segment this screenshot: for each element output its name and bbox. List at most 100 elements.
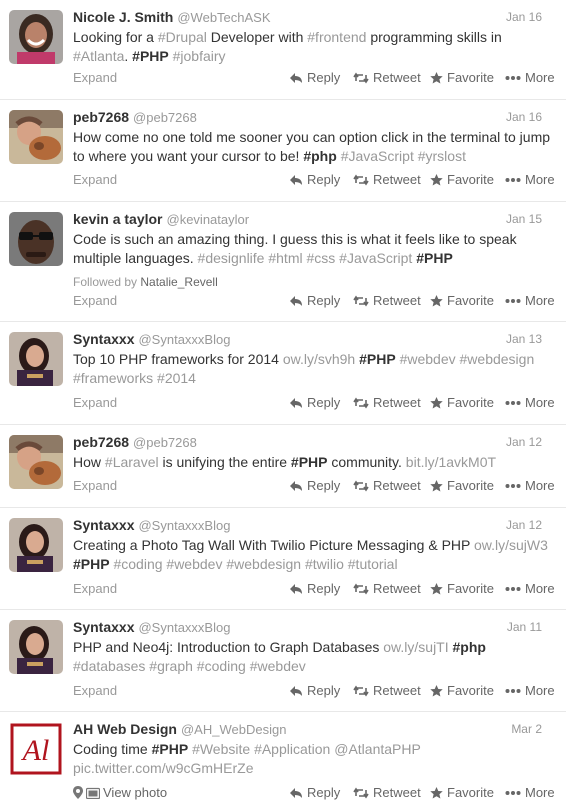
tweet-link[interactable]: #webdesign (226, 556, 301, 572)
tweet-link[interactable]: #tutorial (348, 556, 398, 572)
avatar[interactable] (9, 620, 63, 674)
tweet[interactable]: Syntaxxx @SyntaxxxBlog Jan 13 Top 10 PHP … (0, 322, 566, 425)
favorite-button[interactable]: Favorite (430, 70, 494, 85)
tweet-link[interactable]: #yrslost (418, 148, 466, 164)
tweet-link[interactable]: #PHP (152, 741, 189, 757)
author-name[interactable]: AH Web Design (73, 721, 177, 737)
tweet-link[interactable]: ow.ly/sujTI (383, 639, 448, 655)
tweet-link[interactable]: #JavaScript (341, 148, 414, 164)
tweet-link[interactable]: #PHP (73, 556, 110, 572)
tweet-link[interactable]: pic.twitter.com/w9cGmHErZe (73, 760, 253, 776)
reply-button[interactable]: Reply (289, 581, 340, 596)
expand-link[interactable]: Expand (73, 293, 117, 308)
tweet-link[interactable]: #coding (113, 556, 162, 572)
author-handle[interactable]: @peb7268 (133, 110, 197, 125)
author-handle[interactable]: @WebTechASK (177, 10, 270, 25)
tweet-link[interactable]: #css (306, 250, 335, 266)
tweet-link[interactable]: #webdesign (460, 351, 535, 367)
tweet-date[interactable]: Jan 13 (506, 332, 542, 346)
favorite-button[interactable]: Favorite (430, 395, 494, 410)
author-handle[interactable]: @SyntaxxxBlog (138, 518, 230, 533)
retweet-button[interactable]: Retweet (353, 478, 421, 493)
tweet-link[interactable]: #Website (192, 741, 250, 757)
author-handle[interactable]: @SyntaxxxBlog (138, 620, 230, 635)
more-button[interactable]: More (505, 293, 555, 308)
tweet-link[interactable]: bit.ly/1avkM0T (406, 454, 496, 470)
expand-link[interactable]: Expand (73, 395, 117, 410)
reply-button[interactable]: Reply (289, 172, 340, 187)
more-button[interactable]: More (505, 172, 555, 187)
more-button[interactable]: More (505, 478, 555, 493)
favorite-button[interactable]: Favorite (430, 293, 494, 308)
author-name[interactable]: Nicole J. Smith (73, 9, 173, 25)
retweet-button[interactable]: Retweet (353, 293, 421, 308)
retweet-button[interactable]: Retweet (353, 683, 421, 698)
tweet-link[interactable]: #JavaScript (339, 250, 412, 266)
tweet-link[interactable]: #PHP (359, 351, 396, 367)
tweet-date[interactable]: Mar 2 (511, 722, 542, 736)
author-name[interactable]: Syntaxxx (73, 619, 134, 635)
author-name[interactable]: Syntaxxx (73, 517, 134, 533)
favorite-button[interactable]: Favorite (430, 683, 494, 698)
tweet-date[interactable]: Jan 11 (507, 620, 542, 634)
reply-button[interactable]: Reply (289, 785, 340, 800)
expand-link[interactable]: Expand (73, 70, 117, 85)
tweet-link[interactable]: #Application (254, 741, 330, 757)
expand-link[interactable]: Expand (73, 683, 117, 698)
tweet-link[interactable]: #2014 (157, 370, 196, 386)
more-button[interactable]: More (505, 70, 555, 85)
tweet[interactable]: kevin a taylor @kevinataylor Jan 15 Code … (0, 202, 566, 322)
view-photo-link[interactable]: View photo (73, 785, 167, 800)
avatar[interactable] (9, 110, 63, 164)
retweet-button[interactable]: Retweet (353, 395, 421, 410)
retweet-button[interactable]: Retweet (353, 70, 421, 85)
reply-button[interactable]: Reply (289, 683, 340, 698)
more-button[interactable]: More (505, 785, 555, 800)
favorite-button[interactable]: Favorite (430, 172, 494, 187)
tweet-date[interactable]: Jan 12 (506, 435, 542, 449)
more-button[interactable]: More (505, 683, 555, 698)
tweet-link[interactable]: ow.ly/sujW3 (474, 537, 548, 553)
tweet-link[interactable]: #Drupal (158, 29, 207, 45)
tweet-link[interactable]: #webdev (166, 556, 222, 572)
tweet[interactable]: peb7268 @peb7268 Jan 12 How #Laravel is u… (0, 425, 566, 508)
tweet-link[interactable]: #webdev (400, 351, 456, 367)
avatar[interactable] (9, 212, 63, 266)
tweet-link[interactable]: @AtlantaPHP (334, 741, 420, 757)
tweet-link[interactable]: #designlife (198, 250, 265, 266)
author-name[interactable]: kevin a taylor (73, 211, 163, 227)
reply-button[interactable]: Reply (289, 70, 340, 85)
tweet[interactable]: peb7268 @peb7268 Jan 16 How come no one t… (0, 100, 566, 202)
tweet-link[interactable]: #jobfairy (173, 48, 226, 64)
author-name[interactable]: Syntaxxx (73, 331, 134, 347)
avatar[interactable] (9, 435, 63, 489)
author-handle[interactable]: @peb7268 (133, 435, 197, 450)
tweet-link[interactable]: #php (303, 148, 336, 164)
author-handle[interactable]: @kevinataylor (167, 212, 250, 227)
tweet[interactable]: Syntaxxx @SyntaxxxBlog Jan 11 PHP and Neo… (0, 610, 566, 712)
reply-button[interactable]: Reply (289, 395, 340, 410)
more-button[interactable]: More (505, 581, 555, 596)
tweet[interactable]: Syntaxxx @SyntaxxxBlog Jan 12 Creating a … (0, 508, 566, 610)
tweet-link[interactable]: #PHP (416, 250, 453, 266)
tweet-link[interactable]: #graph (149, 658, 193, 674)
tweet-link[interactable]: #webdev (250, 658, 306, 674)
tweet[interactable]: Nicole J. Smith @WebTechASK Jan 16 Lookin… (0, 0, 566, 100)
avatar[interactable] (9, 332, 63, 386)
tweet[interactable]: Al AH Web Design @AH_WebDesign Mar 2 Codi… (0, 712, 566, 811)
author-handle[interactable]: @AH_WebDesign (181, 722, 286, 737)
tweet-link[interactable]: #php (453, 639, 486, 655)
reply-button[interactable]: Reply (289, 293, 340, 308)
avatar[interactable] (9, 10, 63, 64)
retweet-button[interactable]: Retweet (353, 785, 421, 800)
favorite-button[interactable]: Favorite (430, 581, 494, 596)
tweet-link[interactable]: #databases (73, 658, 145, 674)
avatar[interactable]: Al (9, 722, 63, 776)
tweet-date[interactable]: Jan 16 (506, 110, 542, 124)
tweet-date[interactable]: Jan 15 (506, 212, 542, 226)
avatar[interactable] (9, 518, 63, 572)
more-button[interactable]: More (505, 395, 555, 410)
expand-link[interactable]: Expand (73, 172, 117, 187)
followed-by-user[interactable]: Natalie_Revell (140, 275, 217, 289)
author-name[interactable]: peb7268 (73, 434, 129, 450)
